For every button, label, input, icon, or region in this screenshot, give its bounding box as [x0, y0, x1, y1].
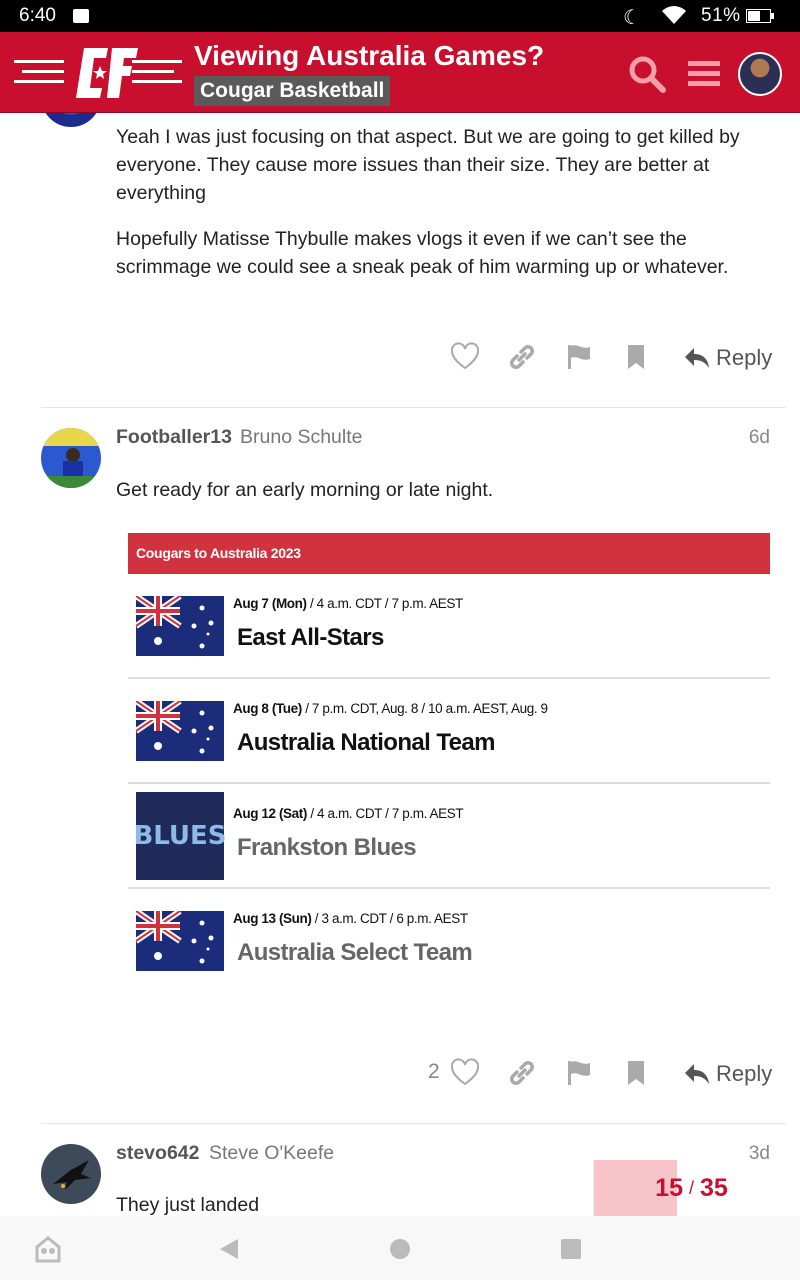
topic-title[interactable]: Viewing Australia Games?: [194, 40, 544, 72]
game-opponent: Australia National Team: [237, 729, 495, 756]
schedule-image[interactable]: Cougars to Australia 2023 Aug 7 (Mon) / …: [128, 533, 770, 994]
reply-arrow-icon: [685, 348, 709, 368]
schedule-row: BLUES Aug 12 (Sat) / 4 a.m. CDT / 7 p.m.…: [128, 784, 770, 889]
game-opponent: Frankston Blues: [237, 834, 417, 861]
battery-icon: [746, 9, 774, 23]
avatar[interactable]: [41, 1144, 101, 1204]
game-datetime: Aug 8 (Tue) / 7 p.m. CDT, Aug. 8 / 10 a.…: [233, 701, 548, 716]
assistant-icon[interactable]: [34, 1235, 62, 1263]
site-header: Viewing Australia Games? Cougar Basketba…: [0, 32, 800, 113]
blues-logo: BLUES: [133, 792, 227, 880]
gallery-icon: [73, 9, 89, 23]
status-time: 6:40: [19, 5, 56, 26]
back-icon[interactable]: [216, 1235, 244, 1263]
moon-icon: ☾: [623, 7, 641, 29]
post-divider: [41, 407, 786, 408]
bookmark-icon[interactable]: [621, 1058, 651, 1088]
australia-flag-icon: [136, 701, 224, 761]
recents-icon[interactable]: [557, 1235, 585, 1263]
timeline-progress[interactable]: 15 / 35: [593, 1160, 788, 1216]
post-divider: [41, 1123, 786, 1124]
schedule-row: Aug 13 (Sun) / 3 a.m. CDT / 6 p.m. AEST …: [128, 889, 770, 994]
timeline-current: 15: [655, 1173, 683, 1202]
schedule-title: Cougars to Australia 2023: [128, 533, 770, 574]
topic-stream: Yeah I was just focusing on that aspect.…: [0, 113, 800, 1216]
bookmark-icon[interactable]: [621, 342, 651, 372]
game-datetime: Aug 13 (Sun) / 3 a.m. CDT / 6 p.m. AEST: [233, 911, 468, 926]
system-nav-bar: [0, 1216, 800, 1280]
post-date[interactable]: 6d: [749, 427, 770, 449]
post-paragraph: Yeah I was just focusing on that aspect.…: [116, 126, 740, 204]
flag-icon[interactable]: [564, 1058, 594, 1088]
post-paragraph: Get ready for an early morning or late n…: [116, 479, 494, 501]
category-badge[interactable]: Cougar Basketball: [194, 76, 391, 106]
timeline-separator: /: [688, 1177, 694, 1198]
hamburger-menu-icon[interactable]: [688, 59, 720, 89]
wifi-icon: [662, 6, 686, 24]
user-avatar[interactable]: [738, 52, 782, 96]
avatar[interactable]: [41, 113, 101, 127]
site-logo[interactable]: [12, 42, 184, 104]
game-opponent: Australia Select Team: [237, 939, 473, 966]
reply-label: Reply: [716, 1061, 773, 1086]
battery-percent: 51%: [701, 5, 741, 26]
schedule-row: Aug 7 (Mon) / 4 a.m. CDT / 7 p.m. AEST E…: [128, 574, 770, 679]
home-icon[interactable]: [386, 1235, 414, 1263]
post-paragraph: Hopefully Matisse Thybulle makes vlogs i…: [116, 228, 729, 278]
link-icon[interactable]: [507, 342, 537, 372]
reply-button[interactable]: Reply: [684, 1058, 772, 1090]
game-datetime: Aug 7 (Mon) / 4 a.m. CDT / 7 p.m. AEST: [233, 596, 463, 611]
like-count[interactable]: 2: [428, 1060, 440, 1084]
post-username[interactable]: stevo642: [116, 1142, 199, 1165]
timeline-total: 35: [700, 1173, 728, 1202]
reply-arrow-icon: [685, 1064, 709, 1084]
post-actions: Reply: [420, 342, 780, 382]
flag-icon[interactable]: [564, 342, 594, 372]
australia-flag-icon: [136, 596, 224, 656]
post-username[interactable]: Footballer13: [116, 426, 232, 449]
post-fullname: Bruno Schulte: [240, 426, 363, 448]
schedule-row: Aug 8 (Tue) / 7 p.m. CDT, Aug. 8 / 10 a.…: [128, 679, 770, 784]
avatar[interactable]: [41, 428, 101, 488]
like-heart-icon[interactable]: [450, 342, 480, 372]
game-opponent: East All-Stars: [237, 624, 384, 651]
link-icon[interactable]: [507, 1058, 537, 1088]
post-actions: 2 Reply: [420, 1058, 780, 1098]
status-bar: 6:40 ☾ 51%: [0, 0, 800, 32]
post-fullname: Steve O'Keefe: [209, 1142, 335, 1164]
timeline-position: 15 / 35: [594, 1160, 789, 1216]
australia-flag-icon: [136, 911, 224, 971]
reply-button[interactable]: Reply: [684, 342, 772, 374]
reply-label: Reply: [716, 345, 773, 370]
game-datetime: Aug 12 (Sat) / 4 a.m. CDT / 7 p.m. AEST: [233, 806, 464, 821]
like-heart-icon[interactable]: [450, 1058, 480, 1088]
search-icon[interactable]: [627, 54, 667, 94]
